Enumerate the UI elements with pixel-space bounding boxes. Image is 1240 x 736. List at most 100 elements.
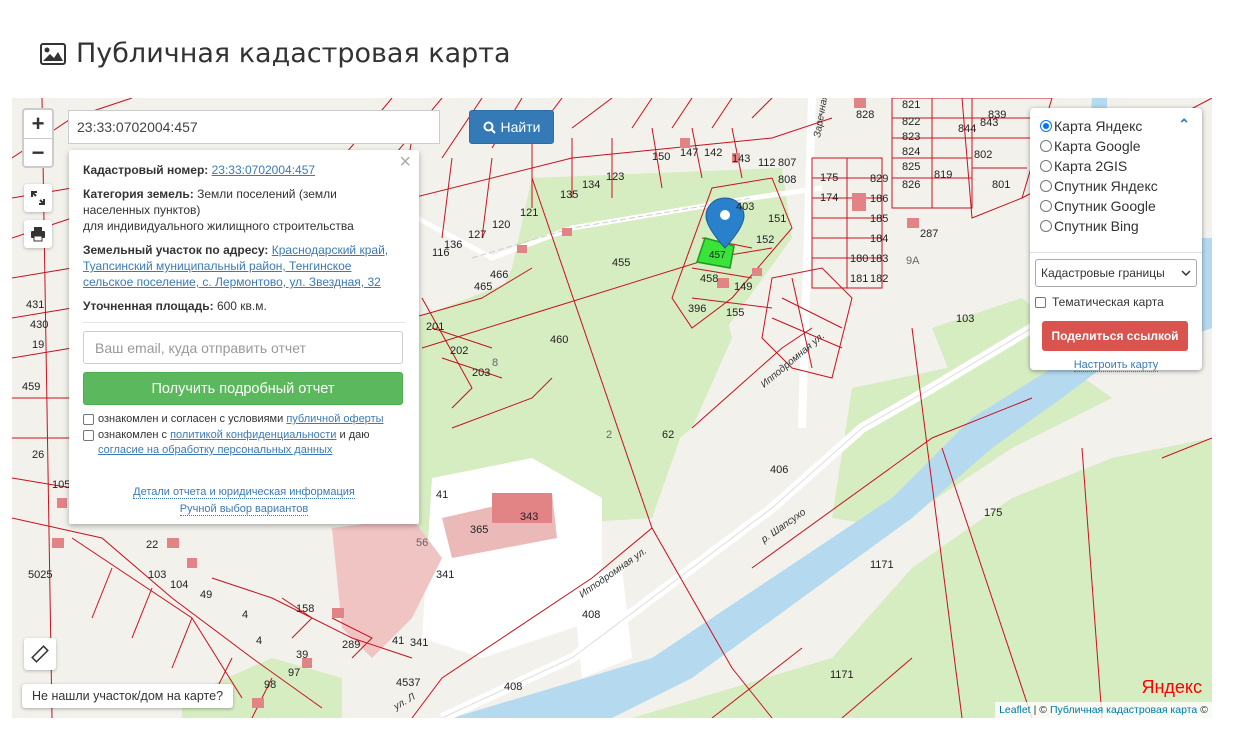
print-icon [31, 227, 45, 242]
address-row: Земельный участок по адресу: Краснодарск… [83, 242, 405, 290]
cadastral-number-row: Кадастровый номер: 23:33:0702004:457 [83, 162, 405, 178]
layer-option[interactable]: Спутник Google [1040, 196, 1192, 216]
share-link-button[interactable]: Поделиться ссылкой [1042, 321, 1188, 351]
area-value: 600 кв.м. [216, 299, 267, 313]
svg-text:155: 155 [726, 307, 744, 319]
map-container[interactable]: 455 460 62 406 175 1171 408 408 1171 103 457 45… [12, 98, 1212, 718]
get-report-button[interactable]: Получить подробный отчет [83, 372, 403, 405]
svg-text:134: 134 [582, 179, 600, 191]
layer-radio[interactable] [1040, 180, 1052, 192]
layer-radio[interactable] [1040, 120, 1052, 132]
svg-text:104: 104 [170, 579, 188, 591]
zoom-in-button[interactable]: + [24, 110, 52, 138]
overlay-select[interactable]: Кадастровые границы [1035, 259, 1197, 287]
svg-text:825: 825 [902, 161, 920, 173]
cadastral-search-input[interactable] [68, 110, 440, 144]
area-row: Уточненная площадь: 600 кв.м. [83, 298, 405, 314]
layer-radio[interactable] [1040, 200, 1052, 212]
svg-text:801: 801 [992, 179, 1010, 191]
thematic-checkbox[interactable] [1035, 296, 1046, 308]
svg-text:41: 41 [392, 635, 404, 647]
svg-text:175: 175 [984, 507, 1002, 519]
map-attribution: Leaflet | © Публичная кадастровая карта … [995, 702, 1212, 718]
svg-text:183: 183 [870, 253, 888, 265]
cadastral-number-link[interactable]: 23:33:0702004:457 [212, 163, 315, 177]
svg-text:1171: 1171 [870, 559, 894, 571]
svg-text:105: 105 [52, 479, 70, 491]
svg-text:821: 821 [902, 99, 920, 111]
layer-radio[interactable] [1040, 140, 1052, 152]
svg-text:1171: 1171 [830, 669, 854, 681]
svg-text:182: 182 [870, 273, 888, 285]
svg-text:460: 460 [550, 334, 568, 346]
svg-text:4: 4 [256, 635, 262, 647]
svg-text:4: 4 [242, 609, 248, 621]
overlay-select-value: Кадастровые границы [1041, 266, 1165, 280]
layer-option[interactable]: Карта Яндекс [1040, 116, 1192, 136]
layer-option[interactable]: Спутник Яндекс [1040, 176, 1192, 196]
ruler-button[interactable] [24, 638, 56, 670]
svg-text:98: 98 [264, 679, 276, 691]
svg-text:8: 8 [492, 357, 498, 369]
footer-links: Детали отчета и юридическая информация Р… [83, 484, 405, 518]
svg-text:116: 116 [432, 247, 450, 259]
pkk-link[interactable]: Публичная кадастровая карта [1050, 704, 1197, 716]
svg-text:455: 455 [612, 257, 630, 269]
collapse-chevron-icon[interactable]: ⌃ [1178, 116, 1190, 133]
leaflet-link[interactable]: Leaflet [999, 704, 1031, 716]
layer-option[interactable]: Карта Google [1040, 136, 1192, 156]
svg-text:158: 158 [296, 603, 314, 615]
chevron-down-icon [1181, 270, 1191, 276]
base-layer-list: Карта Яндекс Карта Google Карта 2GIS Спутни… [1040, 116, 1192, 236]
svg-text:201: 201 [426, 321, 444, 333]
thematic-toggle[interactable]: Тематическая карта [1035, 295, 1197, 309]
layer-switcher: ⌃ Карта Яндекс Карта Google Карта 2GIS Спут… [1030, 108, 1202, 372]
svg-text:408: 408 [504, 681, 522, 693]
tune-map-row: Настроить карту [1040, 359, 1192, 372]
layer-option-label: Карта 2GIS [1054, 158, 1128, 174]
search-icon [483, 121, 496, 134]
details-link[interactable]: Детали отчета и юридическая информация [133, 486, 355, 499]
zoom-out-button[interactable]: − [24, 138, 52, 166]
svg-text:19: 19 [32, 339, 44, 351]
consent-link[interactable]: согласие на обработку персональных данны… [98, 444, 332, 456]
svg-text:26: 26 [32, 449, 44, 461]
privacy-checkbox[interactable] [83, 430, 94, 441]
svg-text:9А: 9А [906, 255, 920, 267]
tune-map-link[interactable]: Настроить карту [1073, 359, 1159, 372]
layer-option-label: Спутник Bing [1054, 218, 1139, 234]
svg-text:103: 103 [956, 313, 974, 325]
svg-text:457: 457 [709, 250, 726, 261]
svg-text:829: 829 [870, 173, 888, 185]
svg-text:819: 819 [934, 169, 952, 181]
svg-text:365: 365 [470, 524, 488, 536]
layer-option[interactable]: Карта 2GIS [1040, 156, 1192, 176]
close-icon[interactable]: × [399, 152, 411, 172]
layer-option-label: Спутник Яндекс [1054, 178, 1158, 194]
svg-text:341: 341 [410, 637, 428, 649]
svg-text:152: 152 [756, 234, 774, 246]
layer-radio[interactable] [1040, 220, 1052, 232]
not-found-button[interactable]: Не нашли участок/дом на карте? [22, 684, 234, 708]
privacy-link[interactable]: политикой конфиденциальности [170, 429, 336, 441]
email-field[interactable]: Ваш email, куда отправить отчет [83, 331, 403, 364]
svg-text:174: 174 [820, 192, 838, 204]
search-button[interactable]: Найти [469, 110, 554, 144]
offer-checkbox[interactable] [83, 414, 94, 425]
svg-text:343: 343 [520, 511, 538, 523]
privacy-text: ознакомлен с политикой конфиденциальност… [98, 429, 370, 456]
svg-text:97: 97 [288, 667, 300, 679]
svg-text:465: 465 [474, 281, 492, 293]
svg-text:Ипподромная ул.: Ипподромная ул. [759, 331, 827, 391]
manual-select-link[interactable]: Ручной выбор вариантов [179, 503, 309, 516]
layer-option[interactable]: Спутник Bing [1040, 216, 1192, 236]
layer-radio[interactable] [1040, 160, 1052, 172]
svg-text:135: 135 [560, 189, 578, 201]
svg-text:22: 22 [146, 539, 158, 551]
land-category-label: Категория земель: [83, 187, 194, 201]
svg-text:808: 808 [778, 174, 796, 186]
svg-text:287: 287 [920, 228, 938, 240]
offer-link[interactable]: публичной оферты [286, 413, 383, 425]
print-button[interactable] [24, 220, 52, 248]
fullscreen-button[interactable] [24, 184, 52, 212]
